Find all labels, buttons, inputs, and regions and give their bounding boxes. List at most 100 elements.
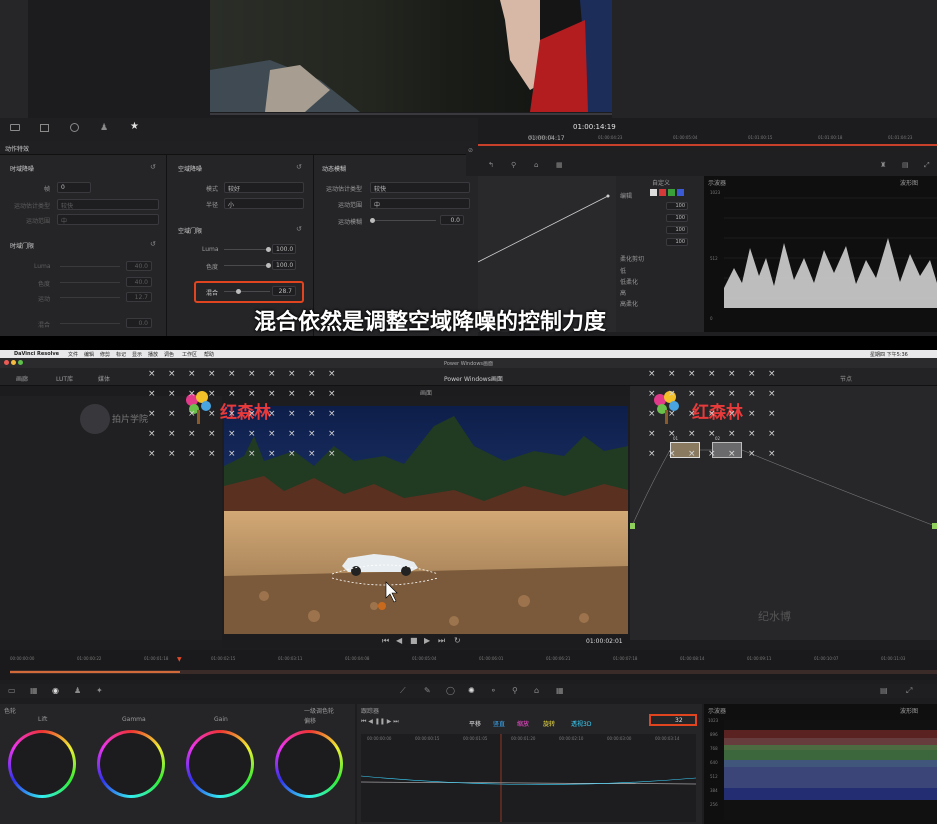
image-icon[interactable] — [40, 124, 49, 132]
star-icon[interactable]: ★ — [130, 121, 139, 132]
st-luma-slider[interactable] — [224, 247, 271, 252]
blur-icon[interactable]: ⚬ — [490, 686, 497, 695]
circle-icon[interactable] — [70, 123, 79, 132]
mb-blur-slider[interactable] — [370, 218, 436, 223]
curve-value[interactable]: 100 — [666, 226, 688, 234]
x-mark: × — [248, 389, 256, 399]
grid-icon[interactable]: ▦ — [556, 161, 563, 169]
wheels-title: 色轮 — [4, 708, 17, 715]
reset-icon[interactable]: ↺ — [150, 240, 156, 248]
curve-value[interactable]: 100 — [666, 214, 688, 222]
x-mark: × — [188, 369, 196, 379]
bottom-scope-mode[interactable]: 波形图 — [900, 706, 918, 715]
x-mark: × — [648, 389, 656, 399]
wheel-gamma[interactable] — [97, 730, 165, 798]
x-mark: × — [308, 429, 316, 439]
wheels-icon[interactable]: ◉ — [52, 686, 59, 695]
check-vertical[interactable]: 竖直 — [493, 719, 505, 728]
st-luma-knob[interactable] — [266, 247, 271, 252]
motion-type-select[interactable]: 较快 — [57, 199, 159, 210]
camera-icon[interactable] — [10, 124, 20, 131]
check-perspective[interactable]: 透视3D — [571, 719, 591, 728]
top-scrub-bar[interactable] — [210, 113, 612, 115]
expand-icon[interactable]: ⤢ — [906, 686, 912, 696]
wheels-mode[interactable]: 一级调色轮 — [304, 706, 334, 715]
x-mark: × — [668, 449, 676, 459]
tt-chroma-slider[interactable] — [60, 282, 120, 283]
picker-icon[interactable]: ⌂ — [534, 161, 538, 169]
motion-range-select[interactable]: 中 — [57, 214, 159, 225]
channel-buttons[interactable] — [650, 189, 690, 197]
tracker-value[interactable]: 32 — [675, 717, 683, 724]
channel-r-button[interactable] — [659, 189, 666, 196]
tt-luma-slider[interactable] — [60, 266, 120, 267]
camera-raw-icon[interactable]: ▭ — [8, 686, 16, 695]
wheel-offset[interactable] — [275, 730, 343, 798]
people-icon[interactable]: ♟ — [100, 123, 108, 133]
sn-mode-select[interactable]: 较好 — [224, 182, 304, 193]
mb-range-select[interactable]: 中 — [370, 198, 470, 209]
tt-luma-value[interactable]: 40.0 — [126, 261, 152, 271]
wheel-gain[interactable] — [186, 730, 254, 798]
tt-chroma-value[interactable]: 40.0 — [126, 277, 152, 287]
expand-icon[interactable]: ⤢ — [924, 161, 930, 170]
reset-icon[interactable]: ↺ — [296, 163, 302, 171]
top-scope-mode[interactable]: 波形图 — [900, 178, 918, 187]
tt-blend-slider[interactable] — [60, 323, 120, 324]
frames-select[interactable]: 0 — [57, 182, 91, 193]
check-rotate[interactable]: 旋转 — [543, 719, 555, 728]
ruler-tick: 01:00:11:03 — [881, 656, 906, 661]
playhead-icon[interactable]: ▼ — [177, 656, 182, 663]
ruler-tick: 01:00:06:01 — [479, 656, 504, 661]
mb-blur-value[interactable]: 0.0 — [440, 215, 464, 225]
curve-value[interactable]: 100 — [666, 202, 688, 210]
tracker-icon[interactable]: ✺ — [468, 686, 475, 695]
x-mark: × — [728, 369, 736, 379]
mb-type-select[interactable]: 较快 — [370, 182, 470, 193]
qualifier-icon[interactable]: ✎ — [424, 686, 431, 695]
track-back-icon[interactable]: ⏮ ◀ ❚❚ ▶ ⏭ — [361, 718, 399, 726]
mb-blur-knob[interactable] — [370, 218, 375, 223]
ruler-tick: 01:00:07:18 — [613, 656, 638, 661]
st-chroma-knob[interactable] — [266, 263, 271, 268]
check-zoom[interactable]: 缩放 — [517, 719, 529, 728]
3d-icon[interactable]: ▦ — [556, 686, 564, 695]
x-mark: × — [688, 369, 696, 379]
reset-icon[interactable]: ↺ — [296, 225, 302, 233]
curves-icon[interactable]: ⟋ — [400, 686, 406, 696]
mini-timeline[interactable]: 00:00:00:00 01:00:00:22 01:00:01:18 01:00:0… — [0, 650, 937, 680]
tracker-graph[interactable] — [360, 734, 697, 822]
tt-motion-slider[interactable] — [60, 297, 120, 298]
scope-icon[interactable]: ▤ — [902, 161, 909, 169]
channel-g-button[interactable] — [668, 189, 675, 196]
tt-motion-value[interactable]: 12.7 — [126, 292, 152, 302]
person-icon[interactable]: ♜ — [880, 161, 886, 169]
curve-tool-icon[interactable]: ↰ — [488, 161, 494, 169]
scope-icon[interactable]: ▤ — [880, 686, 888, 695]
rgb-mixer-icon[interactable]: ♟ — [74, 686, 81, 695]
tt-blend-value[interactable]: 0.0 — [126, 318, 152, 328]
sn-radius-select[interactable]: 小 — [224, 198, 304, 209]
motion-icon[interactable]: ✦ — [96, 686, 103, 695]
curve-value[interactable]: 100 — [666, 238, 688, 246]
st-chroma-value[interactable]: 100.0 — [272, 260, 296, 270]
st-blend-knob[interactable] — [236, 289, 241, 294]
zoom-icon[interactable]: ⚲ — [511, 161, 516, 169]
scope-scale: 768 — [710, 746, 718, 751]
reset-icon[interactable]: ↺ — [150, 163, 156, 171]
channel-b-button[interactable] — [677, 189, 684, 196]
x-mark: × — [768, 449, 776, 459]
top-timeline-ruler[interactable]: 01:00:14:19 01:00:04:17 01:00:04:17 01:0… — [478, 118, 937, 146]
key-icon[interactable]: ⚲ — [512, 686, 518, 695]
sizing-icon[interactable]: ⌂ — [534, 686, 539, 695]
settings-icon[interactable]: ⊘ — [468, 147, 473, 154]
color-match-icon[interactable]: ▦ — [30, 686, 38, 695]
window-icon[interactable]: ◯ — [446, 686, 455, 695]
channel-y-button[interactable] — [650, 189, 657, 196]
st-blend-slider[interactable] — [224, 289, 270, 294]
st-blend-value[interactable]: 28.7 — [272, 286, 296, 296]
st-chroma-slider[interactable] — [224, 263, 271, 268]
wheel-lift[interactable] — [8, 730, 76, 798]
st-luma-value[interactable]: 100.0 — [272, 244, 296, 254]
check-pan[interactable]: 平移 — [469, 719, 481, 728]
